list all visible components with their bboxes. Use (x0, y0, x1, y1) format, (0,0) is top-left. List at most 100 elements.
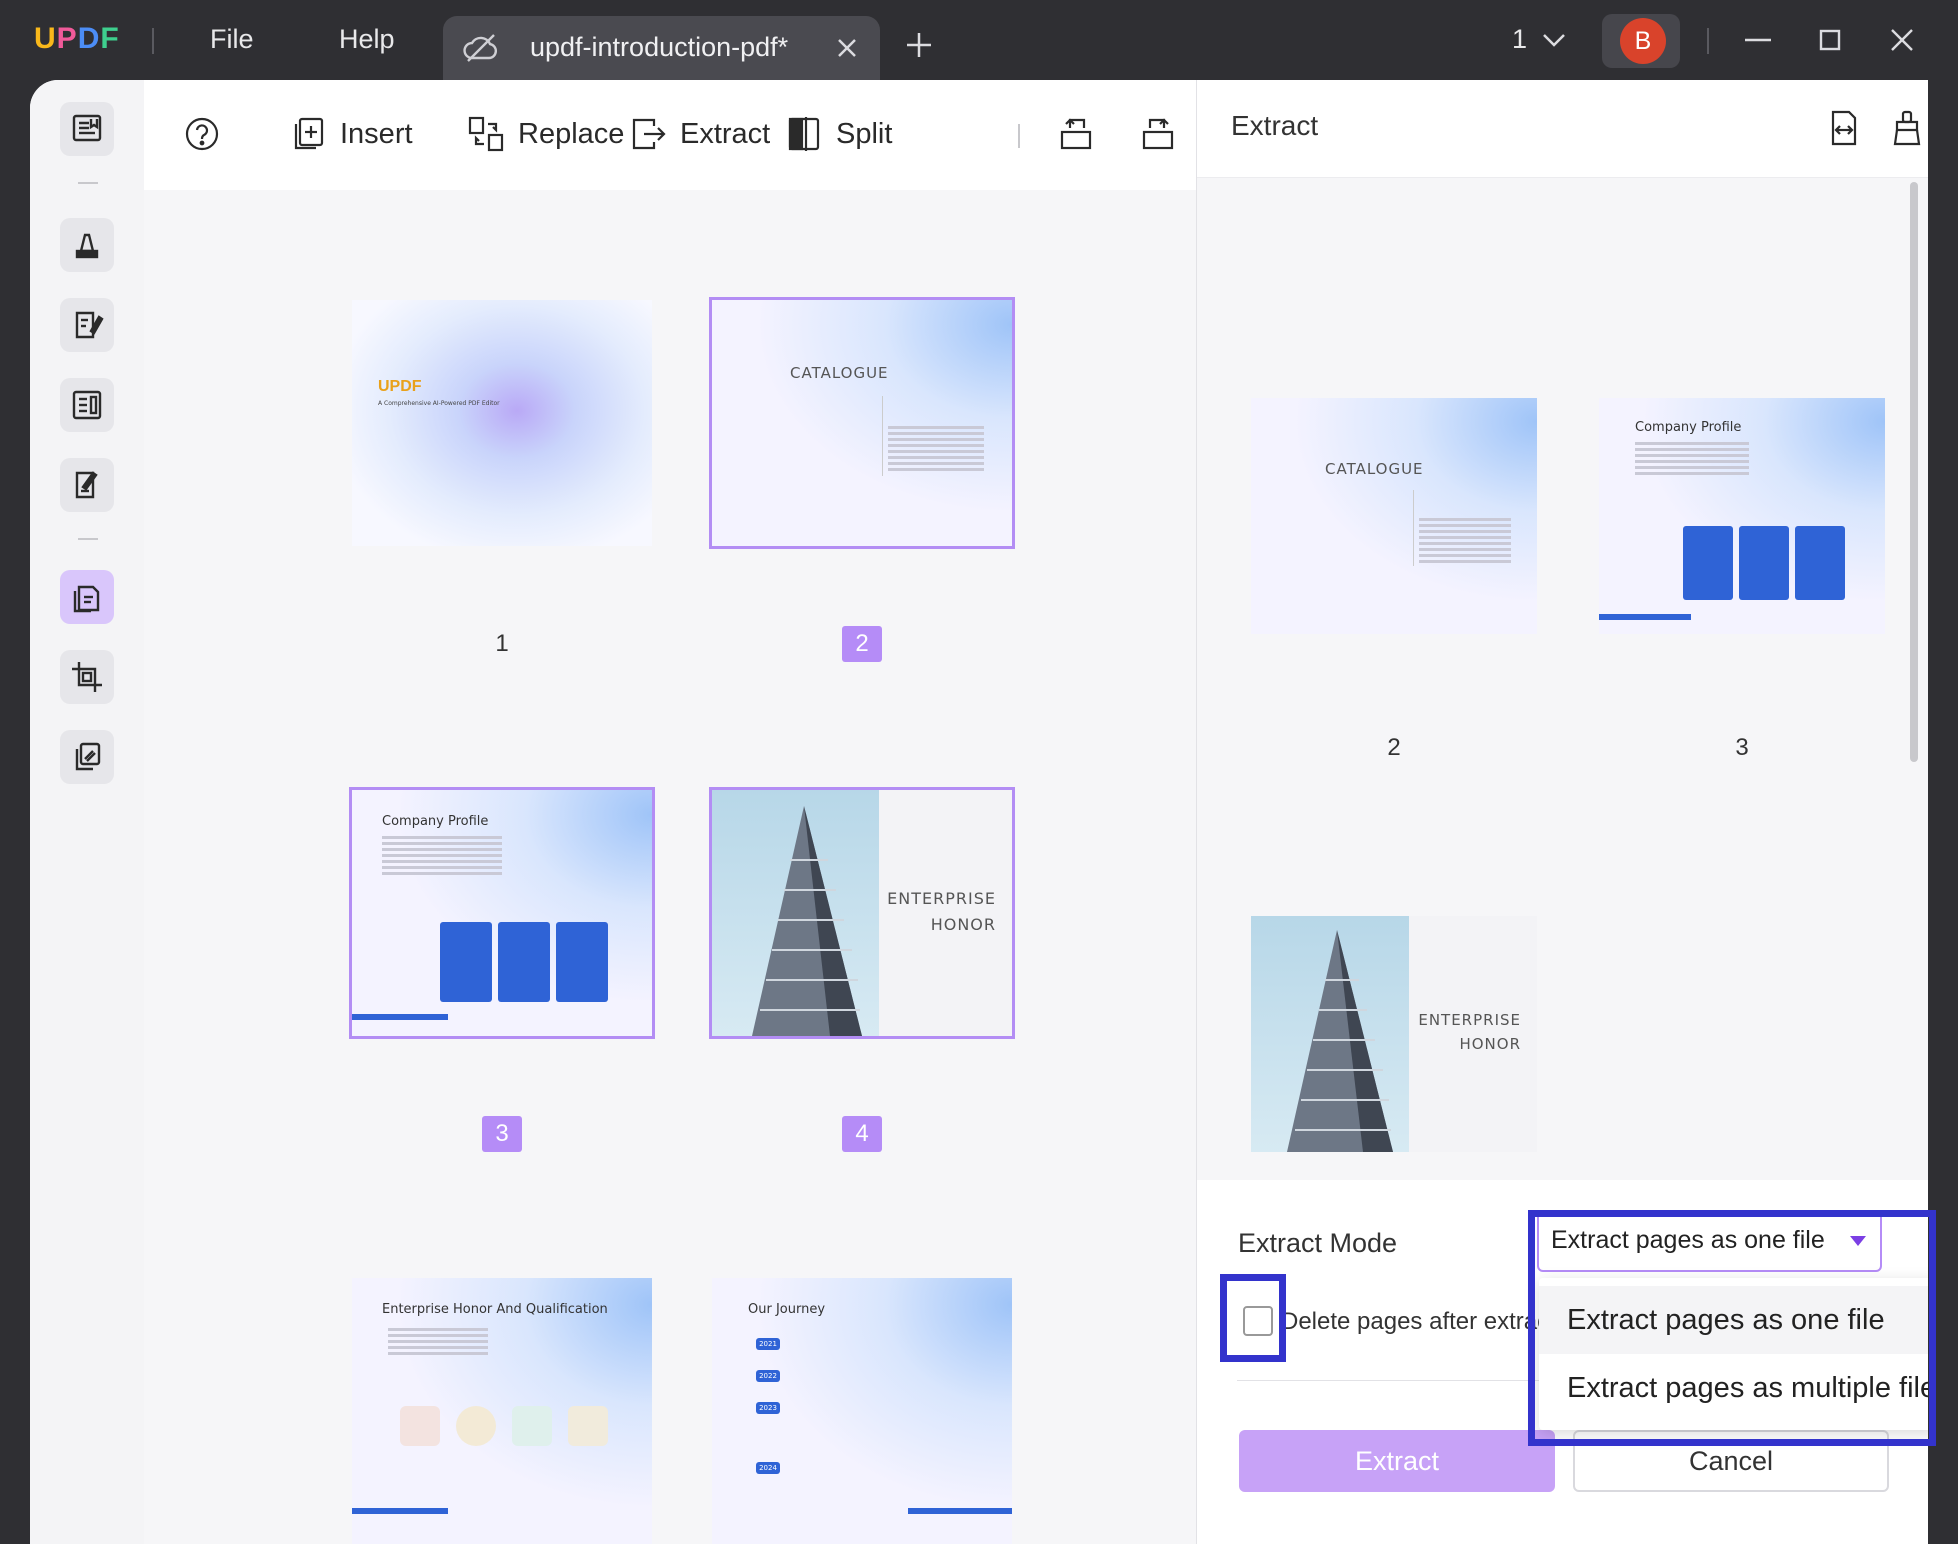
reader-tool-button[interactable] (60, 102, 114, 156)
minimize-icon[interactable] (1740, 22, 1776, 58)
highlight-box-checkbox (1220, 1274, 1286, 1362)
menu-file[interactable]: File (210, 24, 254, 55)
thumb-footer-bar (908, 1508, 1012, 1514)
clear-selection-icon[interactable] (1887, 108, 1927, 148)
rail-separator (78, 538, 98, 540)
chevron-down-icon[interactable] (1540, 28, 1568, 52)
page-thumbnail-5[interactable]: Enterprise Honor And Qualification (352, 1278, 652, 1544)
preview-title-line-1: ENTERPRISE (1418, 1011, 1521, 1029)
thumb-title: Enterprise Honor And Qualification (382, 1302, 608, 1317)
menu-help[interactable]: Help (339, 24, 395, 55)
thumb-body (382, 836, 502, 878)
edit-pdf-icon (75, 311, 104, 339)
page-thumbnail-4[interactable]: ENTERPRISE HONOR (709, 787, 1015, 1039)
maximize-icon[interactable] (1812, 22, 1848, 58)
title-separator (1707, 28, 1709, 54)
thumb-title: ENTERPRISE HONOR (887, 886, 996, 938)
left-toolbar (30, 80, 144, 1544)
rotate-left-icon[interactable] (1056, 114, 1096, 154)
thumb-title: CATALOGUE (790, 364, 889, 382)
thumb-card (556, 922, 608, 1002)
new-tab-icon[interactable] (904, 30, 934, 60)
replace-label: Replace (518, 117, 625, 150)
updf-logo: UPDF (34, 22, 120, 55)
preview-page-number: 3 (1735, 734, 1749, 761)
thumb-card (440, 922, 492, 1002)
highlighter-icon (75, 233, 99, 259)
thumb-body (388, 1328, 488, 1358)
extract-panel-title: Extract (1231, 110, 1319, 141)
batch-tool-button[interactable] (60, 730, 114, 784)
split-label: Split (836, 117, 893, 150)
preview-scrollbar[interactable] (1910, 182, 1918, 762)
preview-page-2: CATALOGUE (1251, 398, 1537, 634)
thumb-title-line-2: HONOR (930, 915, 996, 934)
building-image (1251, 916, 1409, 1152)
year-badge: 2021 (756, 1338, 780, 1350)
page-thumbnail-1[interactable]: UPDF A Comprehensive AI-Powered PDF Edit… (352, 300, 652, 546)
reader-icon (72, 114, 102, 142)
document-tab[interactable]: updf-introduction-pdf* (443, 16, 880, 80)
rail-separator (78, 182, 98, 184)
extract-mode-label: Extract Mode (1238, 1228, 1398, 1258)
split-page-icon (788, 117, 820, 151)
award-badge (512, 1406, 552, 1446)
replace-page-icon (468, 116, 504, 152)
insert-button[interactable]: Insert (288, 112, 413, 156)
extract-confirm-button[interactable]: Extract (1239, 1430, 1555, 1492)
cloud-off-icon (463, 34, 498, 62)
thumb-divider (882, 396, 883, 476)
title-bar: UPDF File Help updf-introduction-pdf* 1 … (0, 0, 1958, 80)
split-button[interactable]: Split (784, 112, 892, 156)
form-icon (72, 390, 102, 420)
page-number-3: 3 (482, 1116, 522, 1152)
preview-toc (1419, 518, 1511, 566)
avatar: B (1620, 18, 1666, 64)
account-button[interactable]: B (1602, 14, 1680, 68)
thumb-subtitle: A Comprehensive AI-Powered PDF Editor (378, 400, 500, 407)
thumb-card (498, 922, 550, 1002)
close-window-icon[interactable] (1884, 22, 1920, 58)
sign-tool-button[interactable] (60, 458, 114, 512)
preview-card (1739, 526, 1789, 600)
award-badge (456, 1406, 496, 1446)
extract-button[interactable]: Extract (628, 112, 770, 156)
help-icon[interactable] (182, 114, 222, 154)
page-thumbnail-2[interactable]: CATALOGUE (709, 297, 1015, 549)
title-separator (152, 28, 154, 54)
crop-icon (72, 662, 102, 692)
building-image (712, 790, 879, 1036)
highlight-box-dropdown (1528, 1210, 1936, 1446)
year-badge: 2023 (756, 1402, 780, 1414)
page-thumbnail-6[interactable]: Our Journey 2021 2022 2023 2024 (712, 1278, 1012, 1544)
thumb-footer-bar (352, 1014, 448, 1020)
page-indicator[interactable]: 1 (1512, 24, 1527, 55)
page-number-1: 1 (495, 630, 509, 657)
crop-tool-button[interactable] (60, 650, 114, 704)
preview-body (1635, 442, 1749, 478)
year-badge: 2022 (756, 1370, 780, 1382)
fit-width-icon[interactable] (1823, 108, 1863, 148)
preview-title: CATALOGUE (1325, 460, 1424, 478)
extract-page-icon (632, 118, 666, 150)
toolbar-separator (1018, 124, 1020, 148)
preview-card (1683, 526, 1733, 600)
extract-preview: CATALOGUE 2 Company Profile 3 ENTERPRISE… (1197, 178, 1928, 1180)
insert-page-icon (294, 117, 324, 150)
page-thumbnail-3[interactable]: Company Profile (349, 787, 655, 1039)
thumb-title: Our Journey (748, 1302, 826, 1317)
tab-title: updf-introduction-pdf* (530, 32, 789, 62)
preview-page-3: Company Profile (1599, 398, 1885, 634)
extract-panel-header: Extract (1197, 80, 1928, 178)
edit-tool-button[interactable] (60, 298, 114, 352)
comment-tool-button[interactable] (60, 218, 114, 272)
preview-divider (1413, 490, 1414, 566)
preview-page-number: 2 (1387, 734, 1401, 761)
rotate-right-icon[interactable] (1138, 114, 1178, 154)
organize-pages-button[interactable] (60, 570, 114, 624)
organize-toolbar: Insert Replace Extract Split (144, 80, 1212, 190)
replace-button[interactable]: Replace (466, 112, 624, 156)
close-tab-icon[interactable] (833, 34, 861, 62)
form-tool-button[interactable] (60, 378, 114, 432)
thumb-title: Company Profile (382, 814, 489, 829)
